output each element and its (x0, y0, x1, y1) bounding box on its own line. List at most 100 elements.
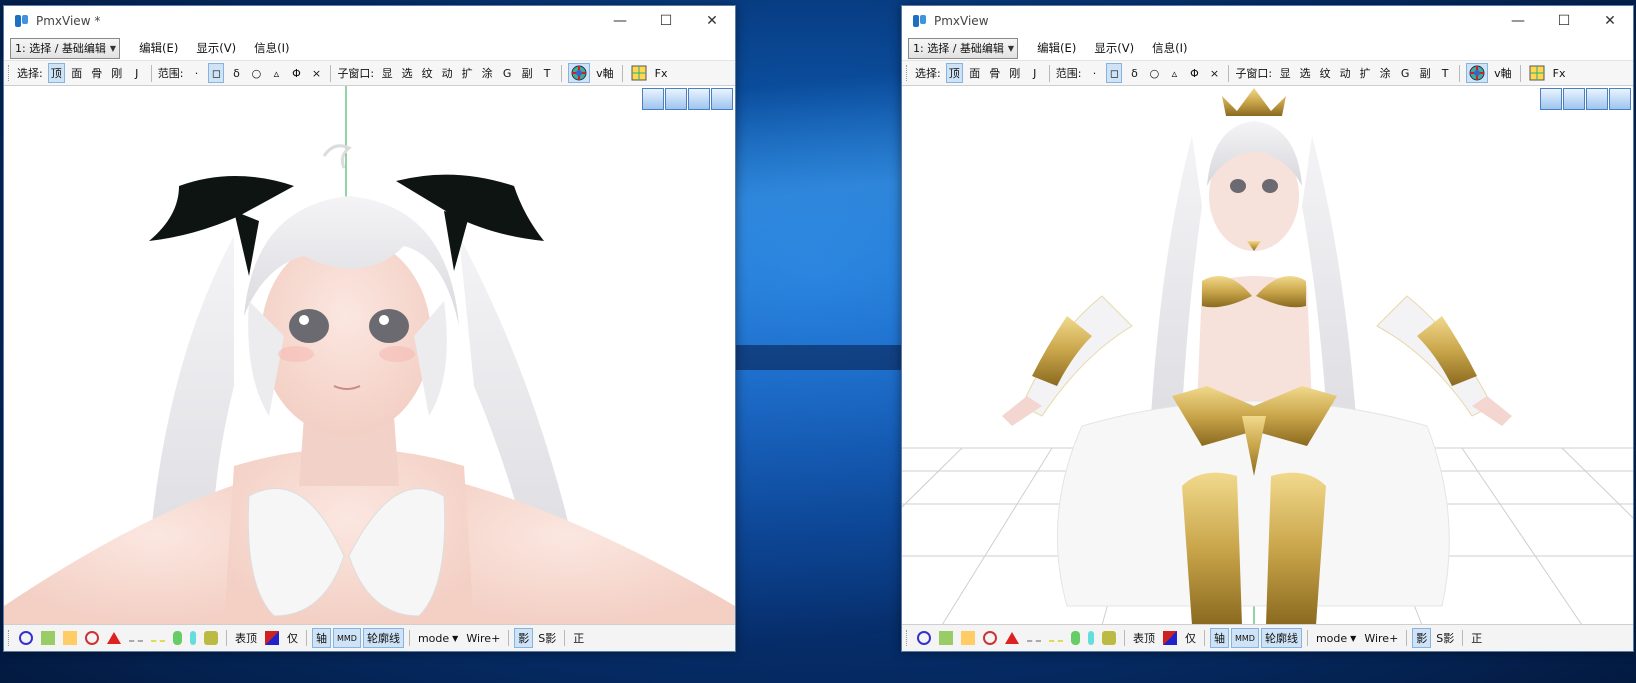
range-triangle-button[interactable]: ▵ (1166, 63, 1182, 83)
range-point-button[interactable]: · (188, 63, 204, 83)
subwindow-t-button[interactable]: T (539, 63, 555, 83)
wire-button[interactable]: Wire+ (463, 628, 503, 648)
rigid-display-icon[interactable] (1005, 632, 1019, 644)
mode-dropdown[interactable]: mode ▼ (415, 628, 461, 648)
only-button[interactable]: 仅 (1182, 628, 1199, 648)
minimize-icon[interactable]: — (597, 6, 643, 36)
front-view-button[interactable]: 正 (1468, 628, 1485, 648)
3d-viewport[interactable] (4, 86, 735, 625)
grid-toggle-button[interactable] (629, 63, 649, 83)
menu-view[interactable]: 显示(V) (196, 40, 236, 56)
range-phi-button[interactable]: Φ (288, 63, 304, 83)
axis-button[interactable]: 轴 (1210, 628, 1229, 648)
range-rect-button[interactable]: ◻ (1106, 63, 1123, 83)
select-bone-button[interactable]: 骨 (987, 63, 1003, 83)
select-rigid-button[interactable]: 刚 (109, 63, 125, 83)
normal-display-icon[interactable] (41, 631, 55, 645)
3d-viewport[interactable] (902, 86, 1633, 625)
select-vertex-button[interactable]: 顶 (945, 63, 963, 83)
material-display-icon[interactable] (204, 631, 218, 645)
fx-button[interactable]: Fx (653, 63, 670, 83)
shadow-button[interactable]: 影 (514, 628, 534, 648)
only-button[interactable]: 仅 (284, 628, 301, 648)
weight-display-icon[interactable] (63, 631, 77, 645)
subwindow-select-button[interactable]: 选 (399, 63, 415, 83)
axis-gizmo-button[interactable] (568, 63, 591, 83)
ik-display-icon[interactable] (151, 634, 165, 642)
subwindow-select-button[interactable]: 选 (1297, 63, 1313, 83)
subwindow-sub-button[interactable]: 副 (1417, 63, 1433, 83)
maximize-icon[interactable]: ☐ (643, 6, 689, 36)
menu-edit[interactable]: 编辑(E) (139, 40, 178, 56)
material-display-icon[interactable] (1102, 631, 1116, 645)
move-xy-icon[interactable] (1540, 88, 1562, 110)
maximize-icon[interactable]: ☐ (1541, 6, 1587, 36)
select-face-button[interactable]: 面 (69, 63, 85, 83)
bone-display-icon[interactable] (85, 631, 99, 645)
select-vertex-button[interactable]: 顶 (47, 63, 65, 83)
range-circle-button[interactable]: ○ (1146, 63, 1162, 83)
subwindow-display-button[interactable]: 显 (379, 63, 395, 83)
outline-button[interactable]: 轮廓线 (362, 628, 404, 648)
move-xz-icon[interactable] (1563, 88, 1585, 110)
range-rect-button[interactable]: ◻ (208, 63, 225, 83)
shadow-button[interactable]: 影 (1412, 628, 1432, 648)
rotate-icon[interactable] (1609, 88, 1631, 110)
subwindow-sub-button[interactable]: 副 (519, 63, 535, 83)
title-bar[interactable]: PmxView — ☐ ✕ (902, 6, 1633, 36)
joint-display-icon[interactable] (129, 634, 143, 642)
select-rigid-button[interactable]: 刚 (1007, 63, 1023, 83)
move-xz-icon[interactable] (665, 88, 687, 110)
subwindow-motion-button[interactable]: 动 (1337, 63, 1353, 83)
ik-display-icon[interactable] (1049, 634, 1063, 642)
axis-gizmo-button[interactable] (1466, 63, 1489, 83)
table-top-button[interactable]: 表顶 (232, 628, 260, 648)
mode-dropdown[interactable]: mode ▼ (1313, 628, 1359, 648)
menu-info[interactable]: 信息(I) (254, 40, 289, 56)
toolbar-grip[interactable] (906, 65, 910, 81)
toolbar-grip[interactable] (8, 65, 12, 81)
subwindow-paint-button[interactable]: 涂 (1377, 63, 1393, 83)
range-delta-button[interactable]: δ (1126, 63, 1142, 83)
self-shadow-button[interactable]: S影 (1433, 628, 1457, 648)
bone-display-icon[interactable] (983, 631, 997, 645)
vertex-display-icon[interactable] (917, 631, 931, 645)
zoom-icon[interactable] (688, 88, 710, 110)
range-delta-button[interactable]: δ (228, 63, 244, 83)
subwindow-texture-button[interactable]: 纹 (1317, 63, 1333, 83)
front-view-button[interactable]: 正 (570, 628, 587, 648)
axis-button[interactable]: 轴 (312, 628, 331, 648)
move-xy-icon[interactable] (642, 88, 664, 110)
subwindow-display-button[interactable]: 显 (1277, 63, 1293, 83)
v-axis-button[interactable]: v軸 (594, 63, 616, 83)
mode-select[interactable]: 1: 选择 / 基础编辑 ▼ (10, 37, 121, 59)
morph-display-icon[interactable] (173, 631, 182, 645)
joint-display-icon[interactable] (1027, 634, 1041, 642)
vertex-display-icon[interactable] (19, 631, 33, 645)
close-icon[interactable]: ✕ (1587, 6, 1633, 36)
minimize-icon[interactable]: — (1495, 6, 1541, 36)
menu-info[interactable]: 信息(I) (1152, 40, 1187, 56)
mmd-button[interactable]: MMD (1231, 628, 1259, 648)
select-joint-button[interactable]: J (1027, 63, 1043, 83)
morph-display-icon[interactable] (1071, 631, 1080, 645)
menu-view[interactable]: 显示(V) (1094, 40, 1134, 56)
range-clear-button[interactable]: × (1206, 63, 1222, 83)
v-axis-button[interactable]: v軸 (1492, 63, 1514, 83)
grid-toggle-button[interactable] (1527, 63, 1547, 83)
softbody-display-icon[interactable] (1088, 631, 1094, 645)
wire-button[interactable]: Wire+ (1361, 628, 1401, 648)
outline-button[interactable]: 轮廓线 (1260, 628, 1302, 648)
fx-button[interactable]: Fx (1551, 63, 1568, 83)
softbody-display-icon[interactable] (190, 631, 196, 645)
range-triangle-button[interactable]: ▵ (268, 63, 284, 83)
subwindow-expand-button[interactable]: 扩 (1357, 63, 1373, 83)
subwindow-texture-button[interactable]: 纹 (419, 63, 435, 83)
subwindow-g-button[interactable]: G (499, 63, 515, 83)
normal-display-icon[interactable] (939, 631, 953, 645)
zoom-icon[interactable] (1586, 88, 1608, 110)
color-swatch-icon[interactable] (265, 631, 279, 645)
pmxview-window-left[interactable]: PmxView * — ☐ ✕ 1: 选择 / 基础编辑 ▼ 编辑(E) 显示(V… (3, 5, 736, 652)
statusbar-grip[interactable] (906, 630, 910, 646)
rotate-icon[interactable] (711, 88, 733, 110)
